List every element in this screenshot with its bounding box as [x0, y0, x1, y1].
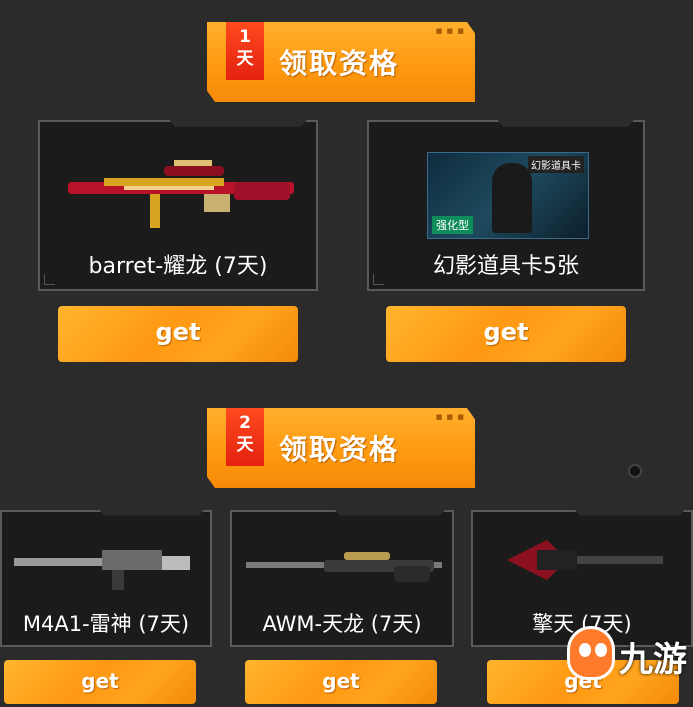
reward-card-barret: barret-耀龙 (7天) [38, 120, 318, 291]
day2-tag: 2 天 [226, 408, 264, 466]
day2-title: 领取资格 [279, 433, 400, 466]
qingtian-weapon-image [507, 540, 663, 580]
day2-banner: 2 天 ■ ■ ■ 领取资格 [207, 408, 475, 488]
get-button-m4a1[interactable]: get [4, 660, 196, 704]
reward-card-phantom: 幻影道具卡 强化型 幻影道具卡5张 [367, 120, 645, 291]
get-button-awm[interactable]: get [245, 660, 437, 704]
phantom-card-tag: 幻影道具卡 [528, 156, 584, 173]
day1-unit: 天 [236, 49, 254, 69]
reward-card-awm: AWM-天龙 (7天) [230, 510, 454, 647]
reward-label: AWM-天龙 (7天) [262, 612, 422, 636]
mascot-icon [567, 626, 615, 680]
awm-rifle-image [246, 552, 442, 582]
day1-tag: 1 天 [226, 22, 264, 80]
m4a1-rifle-image [14, 550, 190, 590]
reward-label: 幻影道具卡5张 [433, 254, 579, 279]
card-corner [373, 274, 384, 285]
reward-label: barret-耀龙 (7天) [88, 254, 268, 279]
banner-dots: ■ ■ ■ [435, 413, 465, 421]
banner-dots: ■ ■ ■ [435, 27, 465, 35]
day1-number: 1 [239, 27, 251, 47]
day2-number: 2 [239, 413, 251, 433]
phantom-card-badge: 强化型 [432, 216, 473, 234]
get-button-phantom[interactable]: get [386, 306, 626, 362]
day1-title: 领取资格 [279, 47, 400, 80]
reward-label: M4A1-雷神 (7天) [22, 612, 190, 636]
soldier-figure [492, 163, 532, 233]
get-button-barret[interactable]: get [58, 306, 298, 362]
card-corner [44, 274, 55, 285]
day2-unit: 天 [236, 435, 254, 455]
jiuyou-logo: 九游 [567, 626, 687, 700]
logo-text: 九游 [619, 640, 687, 680]
scope-icon [628, 464, 642, 478]
day1-banner: 1 天 ■ ■ ■ 领取资格 [207, 22, 475, 102]
reward-card-m4a1: M4A1-雷神 (7天) [0, 510, 212, 647]
barret-rifle-image [68, 160, 294, 228]
phantom-card-image: 幻影道具卡 强化型 [427, 152, 589, 239]
